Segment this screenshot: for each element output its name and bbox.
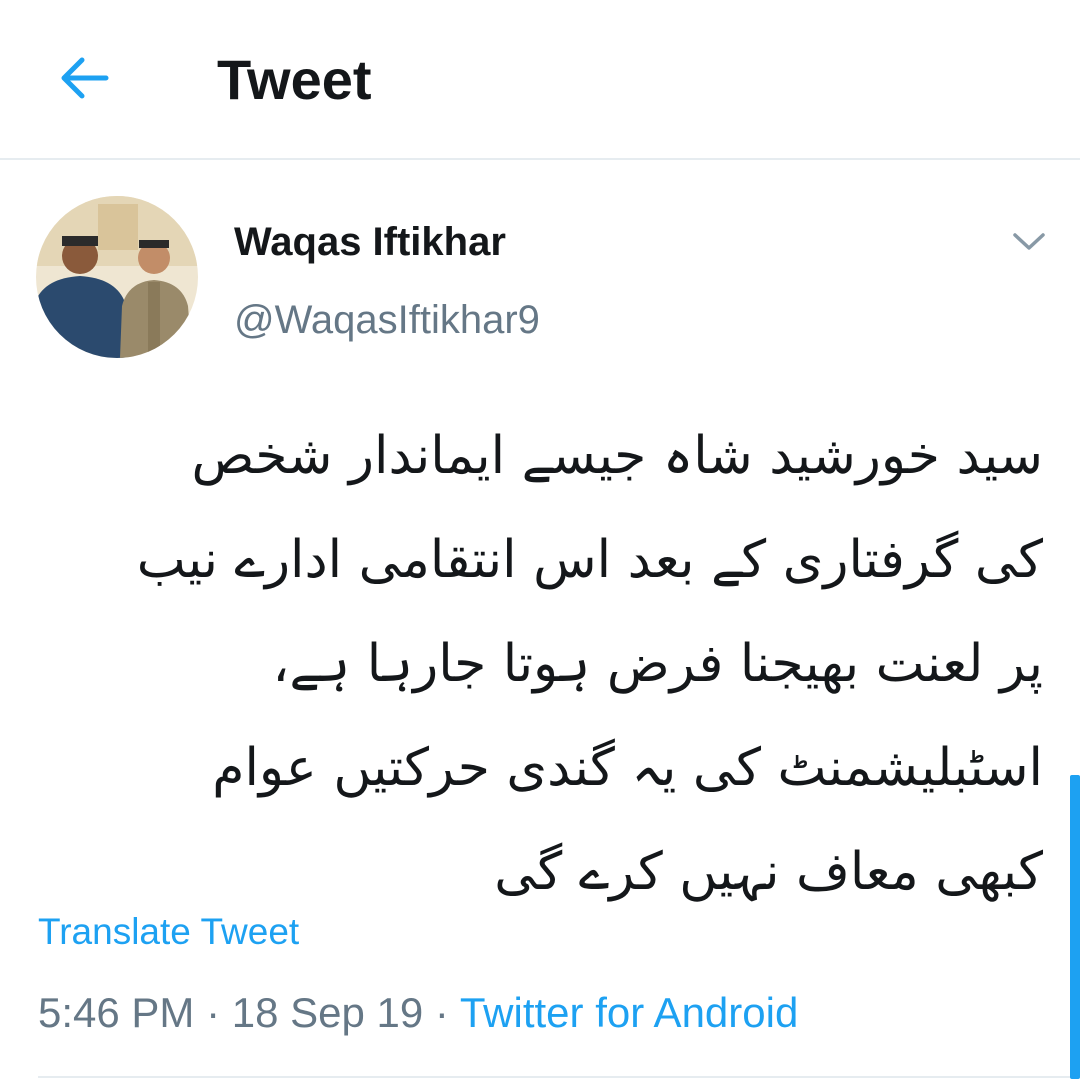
- arrow-left-icon: [61, 57, 109, 99]
- scrollbar-thumb[interactable]: [1070, 775, 1080, 1079]
- app-bar: Tweet: [0, 0, 1080, 160]
- author-display-name[interactable]: Waqas Iftikhar: [234, 216, 506, 268]
- avatar-photo: [36, 196, 198, 358]
- tweet-text-line: اسٹبلیشمنٹ کی یہ گندی حرکتیں عوام: [212, 738, 1043, 798]
- chevron-down-icon: [1013, 233, 1045, 250]
- tweet-source-link[interactable]: Twitter for Android: [460, 989, 798, 1036]
- tweet-text: سید خورشید شاہ جیسے ایماندار شخص کی گرفت…: [40, 404, 1043, 924]
- tweet-detail-screen: Tweet Waqas Iftikhar @WaqasIftikhar9 سید…: [0, 0, 1080, 1079]
- meta-separator: ·: [423, 989, 460, 1036]
- meta-separator: ·: [194, 989, 232, 1036]
- tweet-text-line: کی گرفتاری کے بعد اس انتقامی ادارے نیب: [136, 530, 1043, 590]
- tweet-options-button[interactable]: [1000, 218, 1058, 266]
- tweet-text-line: پر لعنت بھیجنا فرض ہوتا جارہا ہے،: [272, 634, 1043, 694]
- tweet-text-line: سید خورشید شاہ جیسے ایماندار شخص: [191, 426, 1043, 486]
- back-button[interactable]: [48, 42, 120, 114]
- avatar[interactable]: [36, 196, 198, 358]
- page-title: Tweet: [217, 48, 372, 111]
- divider: [38, 1076, 1070, 1078]
- tweet-metadata: 5:46 PM · 18 Sep 19 · Twitter for Androi…: [38, 986, 798, 1040]
- translate-tweet-link[interactable]: Translate Tweet: [38, 908, 299, 956]
- author-handle[interactable]: @WaqasIftikhar9: [234, 294, 540, 346]
- tweet-time: 5:46 PM: [38, 989, 195, 1036]
- tweet-date: 18 Sep 19: [231, 989, 424, 1036]
